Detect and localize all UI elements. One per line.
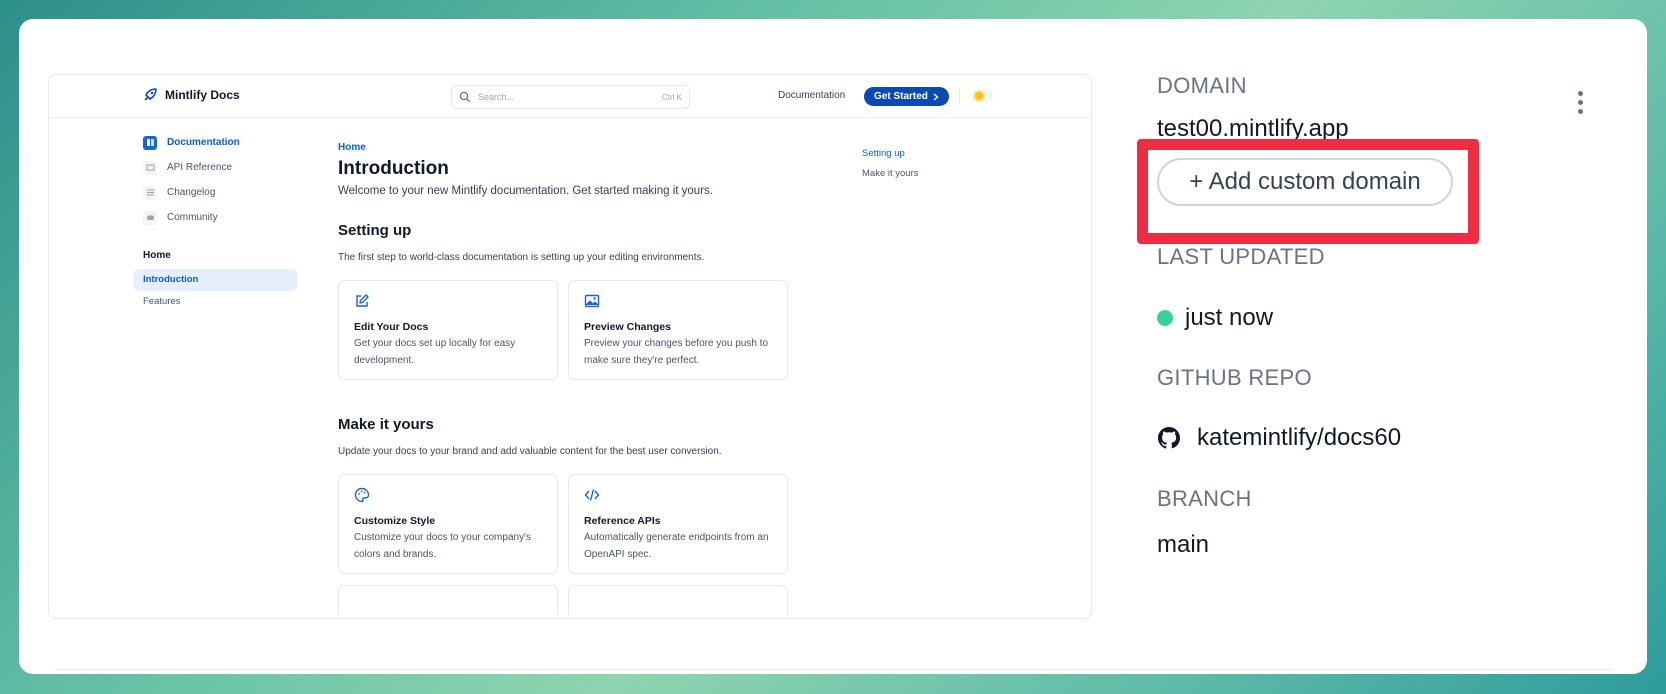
sidebar-link-label: Documentation [167,137,240,148]
section-text-make-it-yours: Update your docs to your brand and add v… [338,446,722,457]
mintlify-logo-icon [144,88,157,101]
docs-content: Home Introduction Welcome to your new Mi… [338,142,788,615]
card-description: Automatically generate endpoints from an… [584,532,769,560]
search-placeholder: Search... [478,92,515,102]
deployment-card: Mintlify Docs Search... Ctrl K Documenta… [19,19,1647,674]
status-dot-icon [1157,310,1173,326]
discord-icon [143,210,157,225]
table-of-contents: Setting up Make it yours [862,144,919,184]
toc-item-setting-up[interactable]: Setting up [862,144,919,164]
sidebar-link-community[interactable]: Community [133,205,298,230]
github-repo-value: katemintlify/docs60 [1197,424,1402,451]
more-options-icon[interactable] [1578,91,1584,114]
card-group-setting-up: Edit Your Docs Get your docs set up loca… [338,280,788,380]
logo[interactable]: Mintlify Docs [142,87,240,103]
card-customize-style[interactable]: Customize Style Customize your docs to y… [338,474,558,574]
card-title: Edit Your Docs [354,321,429,333]
section-heading-setting-up: Setting up [338,222,412,239]
page-lead: Welcome to your new Mintlify documentati… [338,185,713,197]
card-title: Reference APIs [584,515,661,527]
sidebar-link-label: API Reference [167,162,233,173]
palette-icon [354,487,370,503]
bottom-divider [55,669,1611,671]
section-heading-make-it-yours: Make it yours [338,416,434,433]
github-repo-label: GITHUB REPO [1157,365,1312,390]
add-custom-domain-button[interactable]: + Add custom domain [1157,158,1453,206]
list-icon [143,185,157,200]
pencil-square-icon [356,294,369,307]
preview-topbar: Mintlify Docs Search... Ctrl K Documenta… [49,75,1091,118]
search-icon [459,91,471,103]
card-description: Get your docs set up locally for easy de… [354,338,516,366]
card-preview-changes[interactable]: Preview Changes Preview your changes bef… [568,280,788,380]
get-started-button[interactable]: Get Started [864,87,949,106]
api-icon [143,160,157,175]
card-edit-your-docs[interactable]: Edit Your Docs Get your docs set up loca… [338,280,558,380]
docs-sidebar: Documentation API Reference Changelog Co… [133,130,298,313]
code-icon [584,489,600,501]
branch-value: main [1157,531,1210,558]
toc-item-make-it-yours[interactable]: Make it yours [862,164,919,184]
sidebar-link-label: Changelog [167,187,216,198]
last-updated-row: just now [1157,304,1273,332]
card-description: Customize your docs to your company's co… [354,532,531,560]
branch-label: BRANCH [1157,486,1252,511]
sidebar-item-introduction[interactable]: Introduction [133,269,298,291]
github-icon [1158,427,1180,449]
sidebar-link-documentation[interactable]: Documentation [133,130,298,155]
last-updated-label: LAST UPDATED [1157,244,1325,269]
image-icon [584,294,600,308]
card-partial[interactable] [338,585,558,615]
search-shortcut: Ctrl K [662,92,682,102]
card-title: Preview Changes [584,321,671,333]
sidebar-link-api-reference[interactable]: API Reference [133,155,298,180]
book-icon [143,135,157,150]
search-input[interactable]: Search... Ctrl K [451,85,690,109]
chevron-right-icon [933,93,939,100]
theme-toggle[interactable] [973,90,993,102]
nav-documentation-link[interactable]: Documentation [778,90,845,101]
card-title: Customize Style [354,515,436,527]
sidebar-link-label: Community [167,212,218,223]
domain-label: DOMAIN [1157,73,1247,98]
sidebar-link-changelog[interactable]: Changelog [133,180,298,205]
last-updated-value: just now [1185,304,1274,331]
card-partial[interactable] [568,585,788,615]
card-group-make-it-yours: Customize Style Customize your docs to y… [338,474,788,574]
github-repo-row[interactable]: katemintlify/docs60 [1157,424,1401,452]
get-started-label: Get Started [874,91,928,102]
logo-text: Mintlify Docs [165,88,240,102]
page-title: Introduction [338,158,449,179]
section-text-setting-up: The first step to world-class documentat… [338,252,705,263]
sidebar-section-title: Home [143,250,171,261]
breadcrumb[interactable]: Home [338,142,788,153]
card-reference-apis[interactable]: Reference APIs Automatically generate en… [568,474,788,574]
docs-preview[interactable]: Mintlify Docs Search... Ctrl K Documenta… [48,74,1092,619]
sidebar-item-features[interactable]: Features [133,291,298,313]
card-description: Preview your changes before you push to … [584,338,768,366]
card-group-partial [338,585,788,615]
nav-divider [959,89,960,105]
sun-icon [975,92,983,100]
